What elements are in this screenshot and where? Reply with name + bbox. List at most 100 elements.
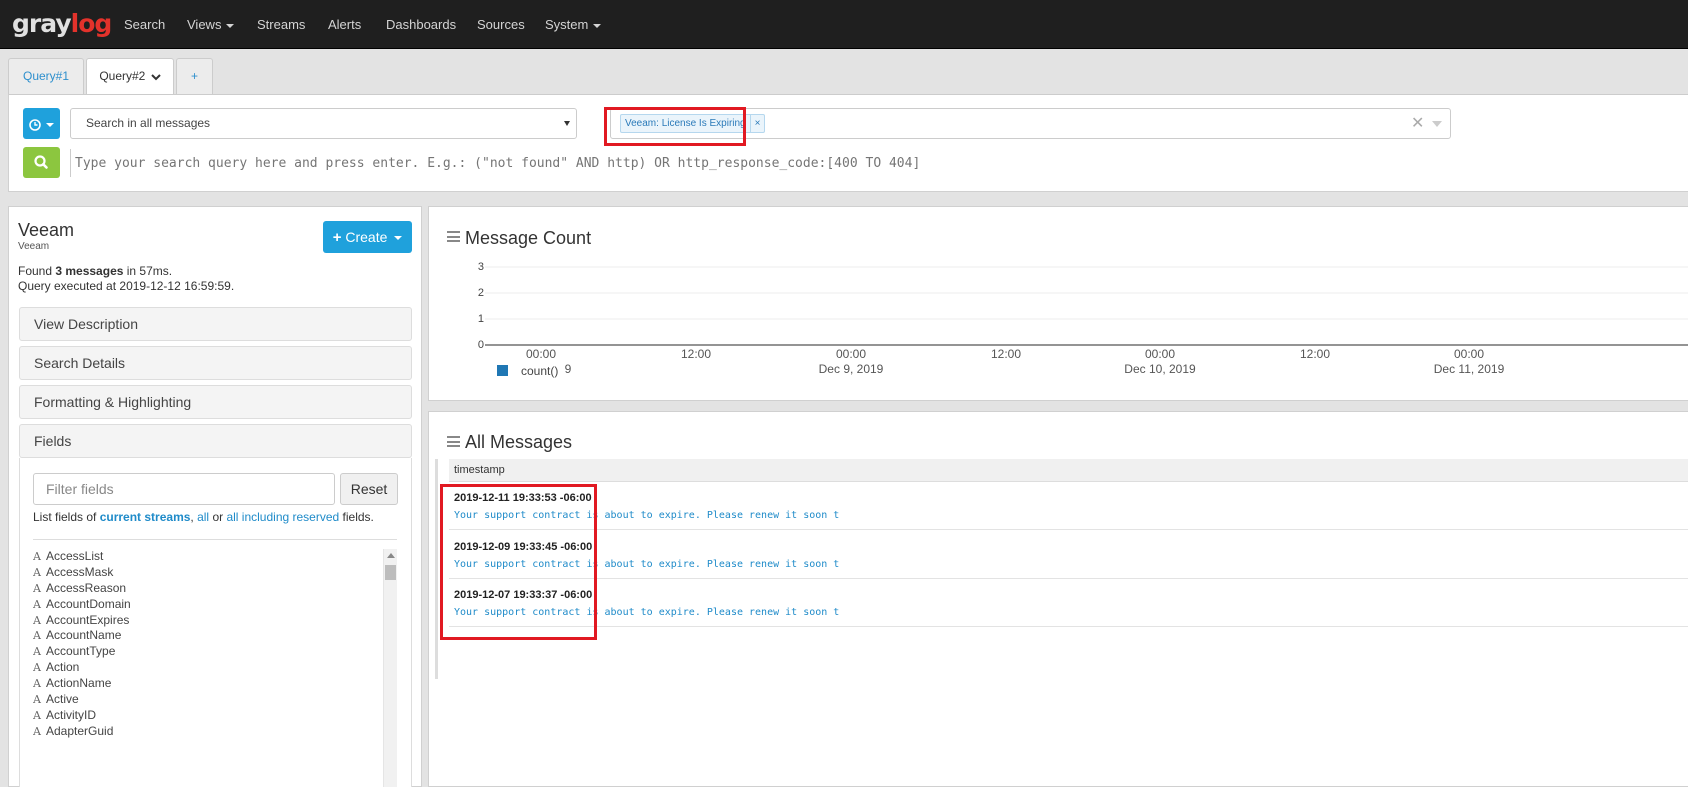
field-type-string-icon: A [33,597,41,611]
nav-sources[interactable]: Sources [477,17,525,32]
field-type-string-icon: A [33,708,41,722]
x-tick-time-label: 12:00 [1299,347,1331,361]
message-text: Your support contract is about to expire… [454,607,840,618]
field-item-label: AccessMask [46,564,114,579]
saved-search-tag[interactable]: Veeam: License Is Expiring × [620,114,766,133]
caret-down-icon [394,236,403,241]
nav-alerts[interactable]: Alerts [328,17,361,32]
message-text: Your support contract is about to expire… [454,510,840,521]
field-item[interactable]: A Action [33,660,378,676]
search-submit-button[interactable] [23,147,60,178]
field-item-label: Action [46,660,80,675]
field-type-string-icon: A [33,661,41,675]
search-icon [34,155,48,169]
x-tick-time-label: 00:00 [835,347,867,361]
all-messages-title: All Messages [465,432,573,452]
divider [33,539,397,540]
field-item[interactable]: A AccountType [33,644,378,660]
section-fields[interactable]: Fields [19,424,412,458]
field-item[interactable]: A ActivityID [33,708,378,724]
field-item-label: AccountName [46,628,122,643]
field-item[interactable]: A AdapterGuid [33,724,378,740]
legend-label: count() [521,364,559,378]
field-item[interactable]: A ActionName [33,676,378,692]
message-count-chart [485,266,1688,346]
reset-button[interactable]: Reset [340,473,398,505]
dropdown-arrow-icon [564,121,570,126]
caret-down-icon [593,23,602,28]
tab-query-1[interactable]: Query#1 [8,58,84,94]
x-tick-date-label: Dec 9, 2019 [818,362,884,376]
field-item[interactable]: A AccessReason [33,581,378,597]
graylog-logo[interactable]: graylog [12,9,112,38]
column-header-timestamp[interactable]: timestamp [449,459,1688,482]
nav-streams[interactable]: Streams [257,17,305,32]
all-fields-link[interactable]: all [197,510,209,524]
message-timestamp: 2019-12-07 19:33:37 -06:00 [454,589,593,601]
section-formatting-highlighting[interactable]: Formatting & Highlighting [19,385,412,419]
field-item-label: AccountType [46,644,116,659]
all-reserved-fields-link[interactable]: all including reserved [226,510,339,524]
field-item-label: AccessList [46,549,104,563]
create-button[interactable]: + Create [323,221,412,253]
search-query-input[interactable] [70,149,1070,177]
field-item-label: AdapterGuid [46,723,114,738]
drag-handle-icon[interactable] [447,231,460,242]
scroll-up-icon[interactable] [387,553,395,558]
section-search-details[interactable]: Search Details [19,346,412,380]
field-type-string-icon: A [33,693,41,707]
field-item[interactable]: A AccessList [33,549,378,565]
x-tick-time-label: 00:00 [1144,347,1176,361]
x-tick-date-label: Dec 11, 2019 [1433,362,1505,376]
section-view-description[interactable]: View Description [19,307,412,341]
message-row[interactable]: 2019-12-07 19:33:37 -06:00 Your support c… [449,579,1688,627]
fields-scrollbar[interactable] [383,549,397,787]
message-timestamp: 2019-12-09 19:33:45 -06:00 [454,540,593,553]
view-subtitle: Veeam [18,241,50,252]
plus-icon: + [332,229,342,246]
drag-handle-icon[interactable] [447,436,460,447]
tab-query-2[interactable]: Query#2 [86,58,174,95]
field-item-label: AccountExpires [46,612,130,627]
tab-add-query[interactable]: + [176,58,213,94]
nav-search[interactable]: Search [124,17,165,32]
nav-system[interactable]: System [545,17,602,32]
scroll-thumb[interactable] [385,565,396,580]
field-item[interactable]: A Active [33,692,378,708]
field-item-label: ActivityID [46,707,97,722]
time-range-button[interactable] [23,108,60,139]
nav-dashboards[interactable]: Dashboards [386,17,456,32]
field-item[interactable]: A AccessMask [33,565,378,581]
field-item[interactable]: A AccountExpires [33,613,378,629]
field-item-label: AccessReason [46,580,127,595]
field-item-label: ActionName [46,676,112,691]
tag-remove-icon[interactable]: × [749,115,765,132]
x-tick-time-label: 12:00 [680,347,712,361]
caret-down-icon [46,122,55,127]
field-type-string-icon: A [33,629,41,643]
current-streams-link[interactable]: current streams [100,510,191,524]
found-messages-summary: Found 3 messages in 57ms. [18,264,173,278]
x-tick-time-label: 12:00 [990,347,1022,361]
clear-icon[interactable]: ✕ [1411,113,1424,133]
stream-select[interactable]: Search in all messages [70,108,577,139]
field-item[interactable]: A AccountDomain [33,597,378,613]
field-type-string-icon: A [33,677,41,691]
query-executed-time: Query executed at 2019-12-12 16:59:59. [18,279,235,293]
caret-down-icon [226,23,235,28]
message-row[interactable]: 2019-12-11 19:33:53 -06:00 Your support c… [449,482,1688,530]
list-fields-options: List fields of current streams, all or a… [33,510,374,524]
dropdown-arrow-icon[interactable] [1432,121,1442,127]
legend-swatch [497,365,508,376]
table-left-border [435,459,438,679]
filter-fields-input[interactable] [33,473,335,505]
fields-list: A AccessList A AccessMask A AccessReason A Acco… [33,549,378,787]
message-row[interactable]: 2019-12-09 19:33:45 -06:00 Your support c… [449,531,1688,579]
field-type-string-icon: A [33,581,41,595]
chevron-down-icon [150,74,161,81]
field-type-string-icon: A [33,565,41,579]
nav-views[interactable]: Views [187,17,235,32]
field-item[interactable]: A AccountName [33,628,378,644]
field-type-string-icon: A [33,724,41,738]
message-text: Your support contract is about to expire… [454,558,840,570]
